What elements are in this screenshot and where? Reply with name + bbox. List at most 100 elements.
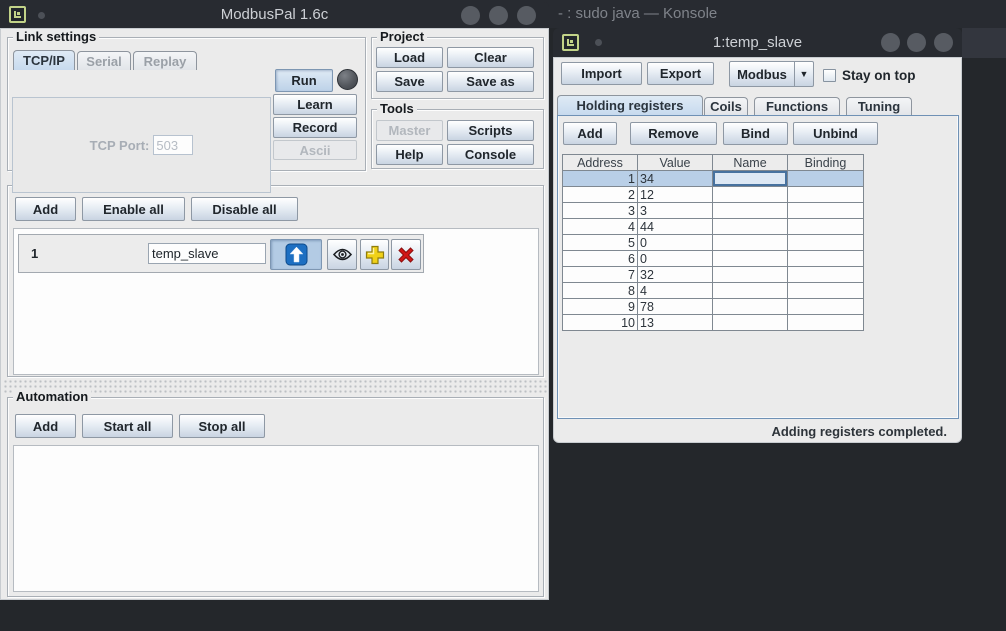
column-header-address[interactable]: Address xyxy=(563,155,638,171)
table-row[interactable]: 444 xyxy=(563,219,864,235)
cell-name[interactable] xyxy=(713,171,788,187)
table-row[interactable]: 212 xyxy=(563,187,864,203)
cell-name[interactable] xyxy=(713,187,788,203)
temp-slave-titlebar[interactable]: 1:temp_slave xyxy=(553,28,962,57)
register-add-button[interactable]: Add xyxy=(563,122,617,145)
record-button[interactable]: Record xyxy=(273,117,357,138)
stay-on-top-checkbox[interactable] xyxy=(823,69,836,82)
table-row[interactable]: 50 xyxy=(563,235,864,251)
cell-address[interactable]: 4 xyxy=(563,219,638,235)
cell-name[interactable] xyxy=(713,315,788,331)
cell-binding[interactable] xyxy=(788,267,864,283)
register-remove-button[interactable]: Remove xyxy=(630,122,717,145)
window-button-maximize[interactable] xyxy=(489,6,508,25)
slave-row[interactable]: 1 xyxy=(18,234,424,273)
cell-address[interactable]: 5 xyxy=(563,235,638,251)
cell-address[interactable]: 9 xyxy=(563,299,638,315)
slave-enable-toggle-button[interactable] xyxy=(270,239,322,270)
cell-binding[interactable] xyxy=(788,219,864,235)
cell-value[interactable]: 32 xyxy=(638,267,713,283)
table-row[interactable]: 978 xyxy=(563,299,864,315)
export-button[interactable]: Export xyxy=(647,62,714,85)
slave-delete-button[interactable] xyxy=(391,239,421,270)
register-unbind-button[interactable]: Unbind xyxy=(793,122,878,145)
table-row[interactable]: 33 xyxy=(563,203,864,219)
ascii-button[interactable]: Ascii xyxy=(273,140,357,160)
cell-value[interactable]: 44 xyxy=(638,219,713,235)
chevron-down-icon[interactable]: ▼ xyxy=(794,62,813,86)
help-button[interactable]: Help xyxy=(376,144,443,165)
cell-binding[interactable] xyxy=(788,315,864,331)
tab-tuning[interactable]: Tuning xyxy=(846,97,912,115)
cell-value[interactable]: 0 xyxy=(638,251,713,267)
cell-binding[interactable] xyxy=(788,187,864,203)
cell-address[interactable]: 8 xyxy=(563,283,638,299)
cell-name[interactable] xyxy=(713,251,788,267)
tab-replay[interactable]: Replay xyxy=(133,51,197,70)
table-row[interactable]: 84 xyxy=(563,283,864,299)
cell-value[interactable]: 12 xyxy=(638,187,713,203)
cell-address[interactable]: 6 xyxy=(563,251,638,267)
tab-tcpip[interactable]: TCP/IP xyxy=(13,50,75,70)
cell-value[interactable]: 4 xyxy=(638,283,713,299)
cell-name[interactable] xyxy=(713,219,788,235)
cell-value[interactable]: 0 xyxy=(638,235,713,251)
cell-binding[interactable] xyxy=(788,235,864,251)
tab-serial[interactable]: Serial xyxy=(77,51,131,70)
cell-address[interactable]: 1 xyxy=(563,171,638,187)
window-button-minimize[interactable] xyxy=(461,6,480,25)
cell-address[interactable]: 10 xyxy=(563,315,638,331)
cell-name[interactable] xyxy=(713,299,788,315)
register-bind-button[interactable]: Bind xyxy=(723,122,788,145)
cell-value[interactable]: 3 xyxy=(638,203,713,219)
cell-binding[interactable] xyxy=(788,203,864,219)
window-button-maximize[interactable] xyxy=(907,33,926,52)
slave-view-button[interactable] xyxy=(327,239,357,270)
protocol-select[interactable]: Modbus ▼ xyxy=(729,61,814,87)
tcp-port-input[interactable] xyxy=(153,135,193,155)
import-button[interactable]: Import xyxy=(561,62,642,85)
column-header-binding[interactable]: Binding xyxy=(788,155,864,171)
cell-value[interactable]: 13 xyxy=(638,315,713,331)
tab-coils[interactable]: Coils xyxy=(704,97,748,115)
start-all-button[interactable]: Start all xyxy=(82,414,173,438)
clear-button[interactable]: Clear xyxy=(447,47,534,68)
cell-address[interactable]: 3 xyxy=(563,203,638,219)
cell-value[interactable]: 34 xyxy=(638,171,713,187)
cell-name[interactable] xyxy=(713,203,788,219)
window-button-close[interactable] xyxy=(517,6,536,25)
disable-all-button[interactable]: Disable all xyxy=(191,197,298,221)
cell-address[interactable]: 2 xyxy=(563,187,638,203)
window-button-close[interactable] xyxy=(934,33,953,52)
master-button[interactable]: Master xyxy=(376,120,443,141)
modbuspal-titlebar[interactable]: ModbusPal 1.6c xyxy=(0,2,549,28)
cell-binding[interactable] xyxy=(788,283,864,299)
console-button[interactable]: Console xyxy=(447,144,534,165)
table-row[interactable]: 60 xyxy=(563,251,864,267)
run-button[interactable]: Run xyxy=(275,69,333,92)
cell-binding[interactable] xyxy=(788,171,864,187)
slave-duplicate-button[interactable] xyxy=(360,239,389,270)
cell-name[interactable] xyxy=(713,283,788,299)
cell-name[interactable] xyxy=(713,235,788,251)
table-row[interactable]: 134 xyxy=(563,171,864,187)
save-button[interactable]: Save xyxy=(376,71,443,92)
cell-binding[interactable] xyxy=(788,251,864,267)
tab-functions[interactable]: Functions xyxy=(754,97,840,115)
tab-holding-registers[interactable]: Holding registers xyxy=(557,95,703,115)
cell-binding[interactable] xyxy=(788,299,864,315)
slaves-add-button[interactable]: Add xyxy=(15,197,76,221)
stop-all-button[interactable]: Stop all xyxy=(179,414,265,438)
cell-name[interactable] xyxy=(713,267,788,283)
table-row[interactable]: 1013 xyxy=(563,315,864,331)
column-header-name[interactable]: Name xyxy=(713,155,788,171)
automation-add-button[interactable]: Add xyxy=(15,414,76,438)
window-button-minimize[interactable] xyxy=(881,33,900,52)
slave-name-input[interactable] xyxy=(148,243,266,264)
scripts-button[interactable]: Scripts xyxy=(447,120,534,141)
save-as-button[interactable]: Save as xyxy=(447,71,534,92)
enable-all-button[interactable]: Enable all xyxy=(82,197,185,221)
column-header-value[interactable]: Value xyxy=(638,155,713,171)
learn-button[interactable]: Learn xyxy=(273,94,357,115)
cell-address[interactable]: 7 xyxy=(563,267,638,283)
